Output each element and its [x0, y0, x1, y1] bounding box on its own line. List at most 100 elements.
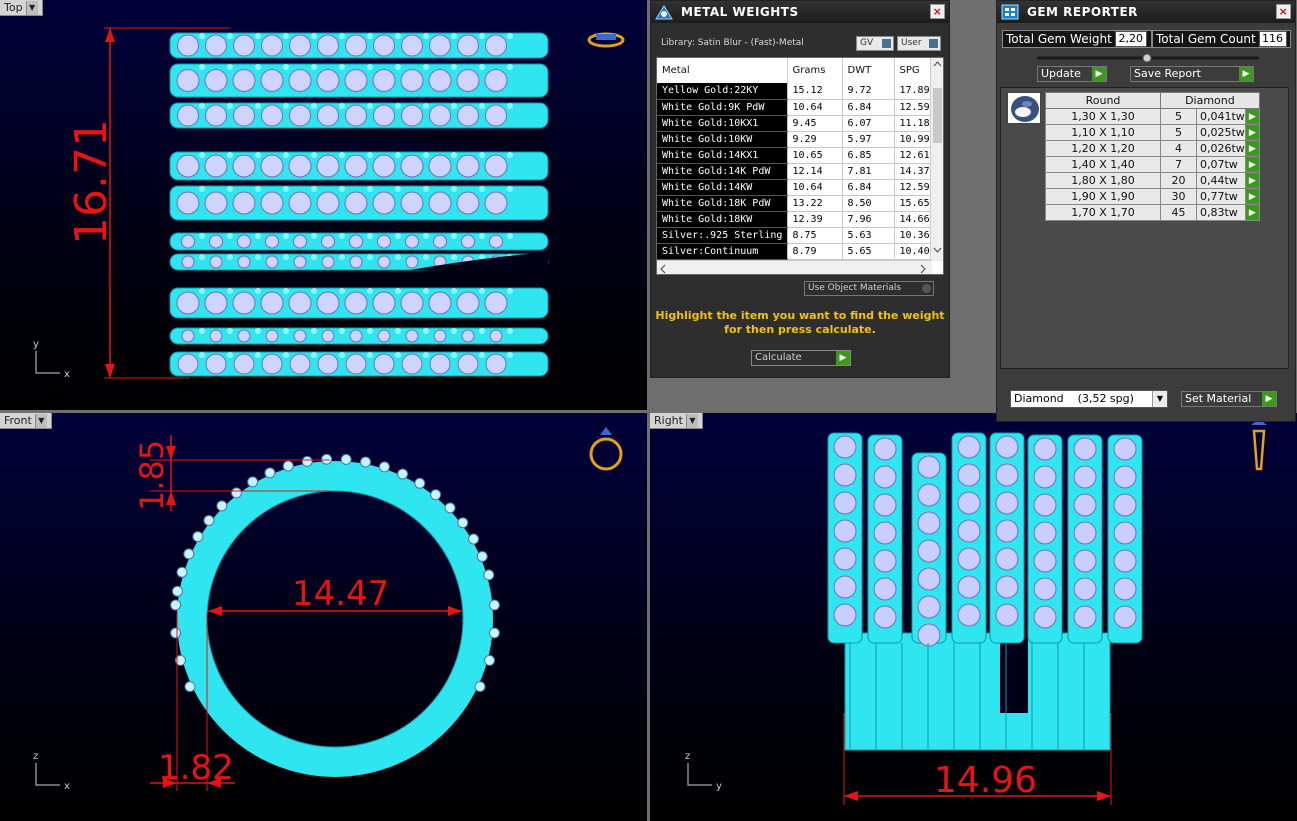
prong	[199, 152, 205, 158]
chevron-down-icon[interactable]: ▼	[685, 413, 698, 428]
gem-stone	[372, 154, 396, 178]
gv-button[interactable]: GV	[856, 36, 894, 51]
play-arrow-icon[interactable]: ▶	[1244, 188, 1260, 205]
close-button[interactable]: ×	[930, 4, 945, 19]
table-row[interactable]: White Gold:14K PdW 12.14 7.81 14.37	[657, 163, 943, 180]
play-arrow-icon[interactable]: ▶	[1244, 140, 1260, 157]
cell-dwt: 5.97	[842, 131, 895, 148]
viewport-label-top[interactable]: Top ▼	[0, 0, 43, 16]
user-button-label: User	[901, 38, 922, 48]
cell-count: 4	[1160, 140, 1197, 157]
table-row[interactable]: 1,70 X 1,70 45 0,83tw ▶	[1045, 204, 1260, 221]
gem-stone	[209, 234, 223, 249]
cell-count: 5	[1160, 124, 1197, 141]
gem-stone	[833, 519, 857, 543]
use-object-materials-button[interactable]: Use Object Materials	[804, 281, 934, 296]
update-button[interactable]: Update ▶	[1037, 66, 1107, 82]
gem-stone	[373, 104, 395, 127]
cell-metal: Silver:Continuum	[657, 243, 788, 260]
user-button[interactable]: User	[897, 36, 941, 51]
gem-stone	[181, 329, 195, 343]
table-row[interactable]: White Gold:18K PdW 13.22 8.50 15.65	[657, 195, 943, 212]
ring-gizmo-icon[interactable]	[589, 437, 623, 471]
gem-stone	[1113, 521, 1137, 545]
chevron-down-icon[interactable]: ▼	[25, 0, 38, 15]
gem-stone	[345, 104, 367, 127]
play-arrow-icon[interactable]: ▶	[1244, 172, 1260, 189]
gem-stone	[176, 154, 200, 178]
prong	[311, 233, 317, 239]
column-header[interactable]: Metal	[657, 58, 788, 83]
prong	[367, 254, 373, 260]
ring-gizmo-icon[interactable]	[1252, 429, 1266, 471]
table-row[interactable]: White Gold:14KX1 10.65 6.85 12.61	[657, 147, 943, 164]
cell-size: 1,40 X 1,40	[1045, 156, 1161, 173]
column-header[interactable]: DWT	[842, 58, 895, 83]
close-button[interactable]: ×	[1276, 4, 1291, 19]
viewport-top[interactable]: 16.71 y x Top ▼	[0, 0, 647, 410]
play-arrow-icon[interactable]: ▶	[1244, 108, 1260, 125]
cell-metal: Silver:.925 Sterling	[657, 227, 788, 244]
prong	[255, 64, 261, 70]
prong	[339, 103, 345, 109]
prong	[227, 152, 233, 158]
cell-dwt: 7.96	[842, 211, 895, 228]
prong	[507, 152, 513, 158]
viewport-right[interactable]: 14.96 z y Right ▼	[650, 413, 1297, 821]
play-arrow-icon[interactable]: ▶	[1244, 124, 1260, 141]
save-report-button[interactable]: Save Report ▶	[1130, 66, 1254, 82]
cell-count: 20	[1160, 172, 1197, 189]
axis-label: z	[33, 751, 38, 762]
table-row[interactable]: White Gold:10KW 9.29 5.97 10.99	[657, 131, 943, 148]
round-gem-icon[interactable]	[1007, 92, 1041, 124]
cell-grams: 12.14	[787, 163, 843, 180]
table-row[interactable]: 1,10 X 1,10 5 0,025tw ▶	[1045, 124, 1260, 141]
table-row[interactable]: 1,90 X 1,90 30 0,77tw ▶	[1045, 188, 1260, 205]
cell-dwt: 7.81	[842, 163, 895, 180]
table-row[interactable]: Yellow Gold:22KY 15.12 9.72 17.89	[657, 83, 943, 100]
table-row[interactable]: 1,30 X 1,30 5 0,041tw ▶	[1045, 108, 1260, 125]
table-row[interactable]: Silver:.925 Sterling 8.75 5.63 10.36	[657, 227, 943, 244]
metal-table[interactable]: Metal Grams DWT SPG Yellow Gold:22KY 15.12 9.…	[656, 57, 944, 275]
table-row[interactable]: White Gold:14KW 10.64 6.84 12.59	[657, 179, 943, 196]
table-row[interactable]: 1,80 X 1,80 20 0,44tw ▶	[1045, 172, 1260, 189]
table-row[interactable]: 1,40 X 1,40 7 0,07tw ▶	[1045, 156, 1260, 173]
gem-stone	[316, 154, 340, 178]
axis-widget	[35, 763, 60, 786]
prong	[395, 328, 401, 334]
table-row[interactable]: White Gold:10KX1 9.45 6.07 11.18	[657, 115, 943, 132]
table-row[interactable]: White Gold:18KW 12.39 7.96 14.66	[657, 211, 943, 228]
table-row[interactable]: 1,20 X 1,20 4 0,026tw ▶	[1045, 140, 1260, 157]
play-arrow-icon: ▶	[1092, 67, 1106, 81]
viewport-label-right[interactable]: Right ▼	[650, 413, 703, 429]
prong	[311, 352, 317, 358]
gem-stone	[995, 575, 1019, 599]
prong	[199, 186, 205, 192]
prong	[199, 233, 205, 239]
viewport-front[interactable]: 14.47 1.85 1.82 z x Front ▼	[0, 413, 647, 821]
gem-reporter-titlebar[interactable]: GEM REPORTER ×	[997, 1, 1295, 23]
gem-stone	[484, 291, 508, 315]
table-row[interactable]: White Gold:9K PdW 10.64 6.84 12.59	[657, 99, 943, 116]
gem-stone	[209, 255, 223, 269]
cell-grams: 10.64	[787, 99, 843, 116]
metal-weights-titlebar[interactable]: METAL WEIGHTS ×	[651, 1, 949, 23]
slider[interactable]	[1037, 51, 1259, 65]
prong	[199, 288, 205, 294]
table-row[interactable]: Silver:Continuum 8.79 5.65 10.40	[657, 243, 943, 260]
vertical-scrollbar[interactable]	[930, 58, 943, 261]
viewport-label-front[interactable]: Front ▼	[0, 413, 52, 429]
set-material-button[interactable]: Set Material ▶	[1181, 391, 1277, 407]
material-select[interactable]: Diamond (3,52 spg) ▼	[1010, 390, 1168, 408]
gem-stone	[957, 575, 981, 599]
gem-stone	[457, 34, 479, 57]
horizontal-scrollbar[interactable]	[657, 260, 932, 274]
play-arrow-icon[interactable]: ▶	[1244, 204, 1260, 221]
chevron-down-icon[interactable]: ▼	[34, 413, 47, 428]
gem-stone	[917, 539, 941, 563]
calculate-button[interactable]: Calculate ▶	[751, 350, 851, 366]
gem-stone	[170, 627, 182, 639]
gem-stone	[321, 329, 335, 343]
column-header[interactable]: Grams	[787, 58, 843, 83]
play-arrow-icon[interactable]: ▶	[1244, 156, 1260, 173]
